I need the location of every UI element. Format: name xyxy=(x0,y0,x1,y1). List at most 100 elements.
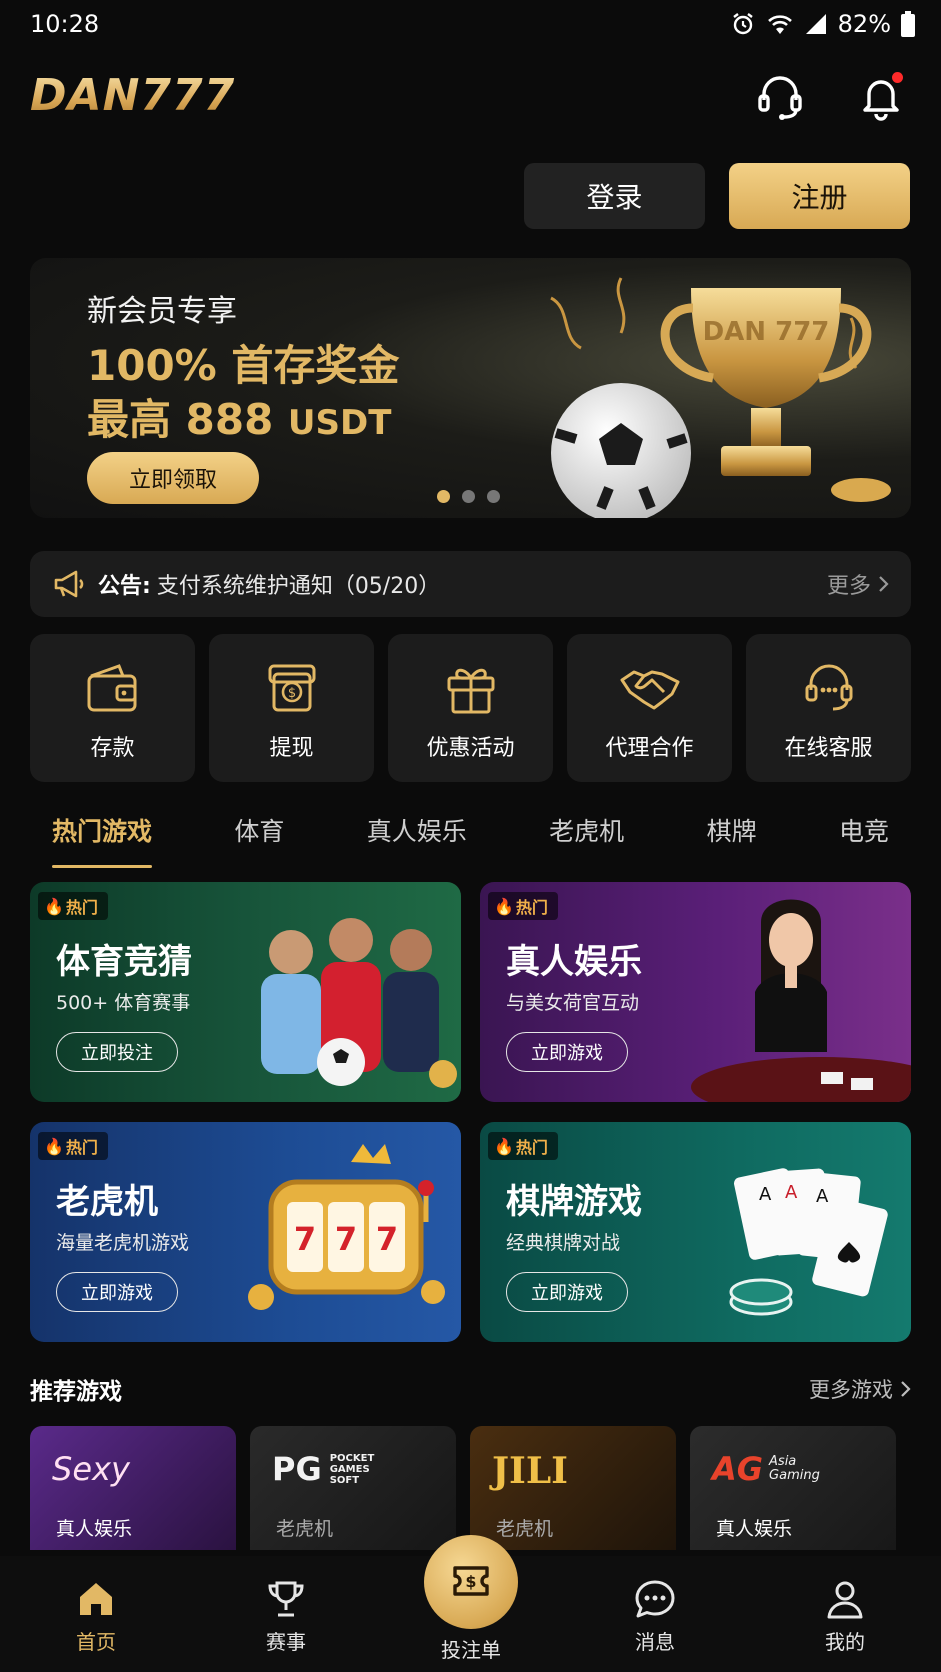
live-support-label: 在线客服 xyxy=(784,736,873,761)
tab-sports[interactable]: 体育 xyxy=(234,812,284,868)
nav-matches[interactable]: 赛事 xyxy=(226,1578,346,1655)
provider-logo-text: PG xyxy=(272,1450,322,1488)
support-icon xyxy=(805,664,852,711)
nav-messages[interactable]: 消息 xyxy=(595,1578,715,1655)
provider-logo: PG POCKET GAMES SOFT xyxy=(272,1450,390,1488)
recommended-games-list: Sexy 真人娱乐 PG POCKET GAMES SOFT 老虎机 JILI … xyxy=(30,1426,911,1550)
withdraw-label: 提现 xyxy=(269,736,314,761)
play-now-button[interactable]: 立即游戏 xyxy=(506,1272,628,1312)
card-subtitle: 500+ 体育赛事 xyxy=(56,992,191,1014)
live-casino-card[interactable]: 🔥 热门 真人娱乐 与美女荷官互动 立即游戏 xyxy=(480,882,911,1102)
pagination-dot[interactable] xyxy=(487,490,500,503)
status-time: 10:28 xyxy=(30,10,100,38)
promo-banner[interactable]: 新会员专享 100% 首存奖金 最高 888 USDT 立即领取 DAN 777 xyxy=(30,258,911,518)
notifications-button[interactable] xyxy=(855,70,907,122)
banner-pagination[interactable] xyxy=(437,490,500,503)
svg-text:A: A xyxy=(785,1182,798,1203)
svg-text:7: 7 xyxy=(376,1220,398,1258)
chevron-right-icon xyxy=(901,1381,911,1397)
fire-icon: 🔥 xyxy=(494,1136,514,1156)
home-icon xyxy=(80,1583,112,1615)
hot-badge: 🔥 热门 xyxy=(38,1132,108,1160)
play-now-button[interactable]: 立即游戏 xyxy=(506,1032,628,1072)
quick-actions: 存款 $ 提现 优惠活动 代理合作 在线客服 xyxy=(30,634,911,782)
claim-bonus-button[interactable]: 立即领取 xyxy=(87,452,259,504)
register-button[interactable]: 注册 xyxy=(729,163,910,229)
battery-percent: 82% xyxy=(837,10,891,38)
card-subtitle: 海量老虎机游戏 xyxy=(56,1232,190,1254)
card-subtitle: 经典棋牌对战 xyxy=(506,1232,621,1254)
tab-hot-games[interactable]: 热门游戏 xyxy=(52,812,153,868)
more-label: 更多 xyxy=(826,574,871,599)
pagination-dot[interactable] xyxy=(462,490,475,503)
headset-icon xyxy=(758,76,802,120)
deposit-button[interactable]: 存款 xyxy=(30,634,195,782)
pagination-dot[interactable] xyxy=(437,490,450,503)
svg-text:A: A xyxy=(816,1186,829,1207)
tab-chess-cards[interactable]: 棋牌 xyxy=(707,812,757,868)
trophy-icon xyxy=(268,1581,304,1617)
login-button[interactable]: 登录 xyxy=(524,163,705,229)
live-support-button[interactable]: 在线客服 xyxy=(746,634,911,782)
banner-max-amount: 最高 888 xyxy=(87,395,274,444)
provider-logo: JILI xyxy=(492,1450,569,1492)
nav-profile[interactable]: 我的 xyxy=(785,1578,905,1655)
provider-category: 真人娱乐 xyxy=(716,1518,793,1540)
chevron-right-icon xyxy=(879,576,889,592)
announcement-bar[interactable]: 公告: 支付系统维护通知（05/20） 更多 xyxy=(30,551,911,617)
wifi-icon xyxy=(767,15,792,34)
game-provider-jili[interactable]: JILI 老虎机 xyxy=(470,1426,676,1550)
game-provider-sexy[interactable]: Sexy 真人娱乐 xyxy=(30,1426,236,1550)
profile-icon xyxy=(827,1581,863,1619)
provider-logo: Sexy xyxy=(52,1450,130,1488)
announcement-more-link[interactable]: 更多 xyxy=(827,568,889,600)
slot-machine-illustration: 7 7 7 xyxy=(248,1144,445,1310)
banner-currency: USDT xyxy=(287,403,392,443)
game-provider-ag[interactable]: AG Asia Gaming 真人娱乐 xyxy=(690,1426,896,1550)
provider-category: 老虎机 xyxy=(276,1518,334,1540)
game-category-tabs: 热门游戏 体育 真人娱乐 老虎机 棋牌 电竞 xyxy=(30,812,911,868)
tab-esports[interactable]: 电竞 xyxy=(839,812,889,868)
svg-text:$: $ xyxy=(465,1572,476,1591)
banner-headline: 100% 首存奖金 xyxy=(87,341,400,390)
hot-badge: 🔥 热门 xyxy=(488,1132,558,1160)
sports-betting-card[interactable]: 🔥 热门 体育竞猜 500+ 体育赛事 立即投注 xyxy=(30,882,461,1102)
more-games-label: 更多游戏 xyxy=(809,1378,893,1402)
bet-now-button[interactable]: 立即投注 xyxy=(56,1032,178,1072)
banner-max-bonus: 最高 888 USDT xyxy=(87,386,391,447)
provider-category: 真人娱乐 xyxy=(56,1518,133,1540)
customer-service-button[interactable] xyxy=(754,70,806,122)
card-title: 老虎机 xyxy=(56,1182,158,1222)
bet-slip-button[interactable]: $ xyxy=(424,1535,518,1629)
hot-badge: 🔥 热门 xyxy=(38,892,108,920)
game-provider-pg[interactable]: PG POCKET GAMES SOFT 老虎机 xyxy=(250,1426,456,1550)
more-games-link[interactable]: 更多游戏 xyxy=(809,1374,911,1404)
nav-home[interactable]: 首页 xyxy=(36,1578,156,1655)
banner-subtitle: 新会员专享 xyxy=(87,294,237,329)
trophy-engraving: DAN 777 xyxy=(703,317,830,347)
promotions-button[interactable]: 优惠活动 xyxy=(388,634,553,782)
fire-icon: 🔥 xyxy=(44,896,64,916)
hot-badge: 🔥 热门 xyxy=(488,892,558,920)
tab-live-casino[interactable]: 真人娱乐 xyxy=(367,812,467,868)
affiliate-label: 代理合作 xyxy=(605,736,694,761)
provider-category: 老虎机 xyxy=(496,1518,554,1540)
tab-slots[interactable]: 老虎机 xyxy=(549,812,624,868)
playing-cards-illustration: A A A xyxy=(729,1168,888,1316)
hot-badge-label: 热门 xyxy=(65,898,98,917)
affiliate-button[interactable]: 代理合作 xyxy=(567,634,732,782)
handshake-icon xyxy=(620,670,679,710)
slots-card[interactable]: 7 7 7 🔥 热门 老虎机 海量老虎机游戏 立即游戏 xyxy=(30,1122,461,1342)
play-now-button[interactable]: 立即游戏 xyxy=(56,1272,178,1312)
provider-logo-subtext: Asia Gaming xyxy=(769,1454,820,1483)
announcement-text: 支付系统维护通知（05/20） xyxy=(156,574,441,599)
card-title: 体育竞猜 xyxy=(56,942,192,982)
signal-icon xyxy=(805,14,826,34)
withdraw-button[interactable]: $ 提现 xyxy=(209,634,374,782)
notification-dot xyxy=(892,72,903,83)
card-title: 棋牌游戏 xyxy=(506,1182,642,1222)
chess-card-games-card[interactable]: A A A 🔥 热门 棋牌游戏 经典棋牌对战 立即游戏 xyxy=(480,1122,911,1342)
app-logo: DAN777 xyxy=(30,70,236,121)
card-title: 真人娱乐 xyxy=(506,942,642,982)
alarm-icon xyxy=(732,13,753,35)
